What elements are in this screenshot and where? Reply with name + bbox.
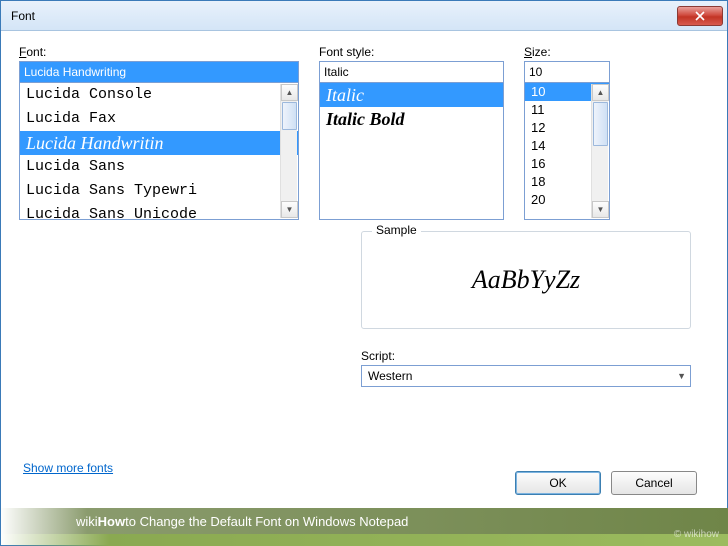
chevron-down-icon: ▼ [677, 371, 686, 381]
scroll-up-icon[interactable]: ▲ [281, 84, 298, 101]
ok-button[interactable]: OK [515, 471, 601, 495]
font-label: Font: [19, 45, 299, 59]
list-item[interactable]: Italic [320, 83, 503, 107]
font-input[interactable] [19, 61, 299, 83]
scroll-up-icon[interactable]: ▲ [592, 84, 609, 101]
script-label: Script: [361, 349, 691, 363]
size-listbox[interactable]: 10111214161820 ▲ ▼ [524, 82, 610, 220]
list-item[interactable]: Lucida Fax [20, 107, 298, 131]
scroll-down-icon[interactable]: ▼ [281, 201, 298, 218]
list-item[interactable]: Lucida Console [20, 83, 298, 107]
script-value: Western [368, 369, 412, 383]
close-icon [695, 11, 705, 21]
scroll-thumb[interactable] [593, 102, 608, 146]
font-style-input[interactable] [319, 61, 504, 83]
size-column: Size: 10111214161820 ▲ ▼ [524, 45, 610, 220]
size-scrollbar[interactable]: ▲ ▼ [591, 84, 608, 218]
font-column: Font: Lucida ConsoleLucida FaxLucida Han… [19, 45, 299, 220]
sample-legend: Sample [372, 223, 421, 237]
dialog-body: Font: Lucida ConsoleLucida FaxLucida Han… [1, 31, 727, 545]
list-item[interactable]: Lucida Sans Typewri [20, 179, 298, 203]
scroll-thumb[interactable] [282, 102, 297, 130]
list-item[interactable]: Lucida Sans Unicode [20, 203, 298, 227]
titlebar: Font [1, 1, 727, 31]
size-label: Size: [524, 45, 610, 59]
font-style-label: Font style: [319, 45, 504, 59]
list-item[interactable]: Lucida Handwritin [20, 131, 298, 155]
font-dialog: Font Font: Lucida ConsoleLucida FaxLucid… [0, 0, 728, 546]
window-title: Font [11, 9, 677, 23]
sample-preview: AaBbYyZz [372, 250, 680, 310]
script-combobox[interactable]: Western ▼ [361, 365, 691, 387]
font-style-listbox[interactable]: ItalicItalic Bold [319, 82, 504, 220]
sample-group: Sample AaBbYyZz [361, 231, 691, 329]
right-column: Sample AaBbYyZz Script: Western ▼ [361, 231, 691, 387]
cancel-button[interactable]: Cancel [611, 471, 697, 495]
close-button[interactable] [677, 6, 723, 26]
list-item[interactable]: Lucida Sans [20, 155, 298, 179]
scroll-down-icon[interactable]: ▼ [592, 201, 609, 218]
show-more-fonts-link[interactable]: Show more fonts [23, 461, 113, 475]
list-item[interactable]: Italic Bold [320, 107, 503, 131]
font-style-column: Font style: ItalicItalic Bold [319, 45, 504, 220]
button-row: OK Cancel [515, 471, 697, 495]
top-row: Font: Lucida ConsoleLucida FaxLucida Han… [19, 45, 709, 220]
font-listbox[interactable]: Lucida ConsoleLucida FaxLucida Handwriti… [19, 82, 299, 220]
size-input[interactable] [524, 61, 610, 83]
font-scrollbar[interactable]: ▲ ▼ [280, 84, 297, 218]
